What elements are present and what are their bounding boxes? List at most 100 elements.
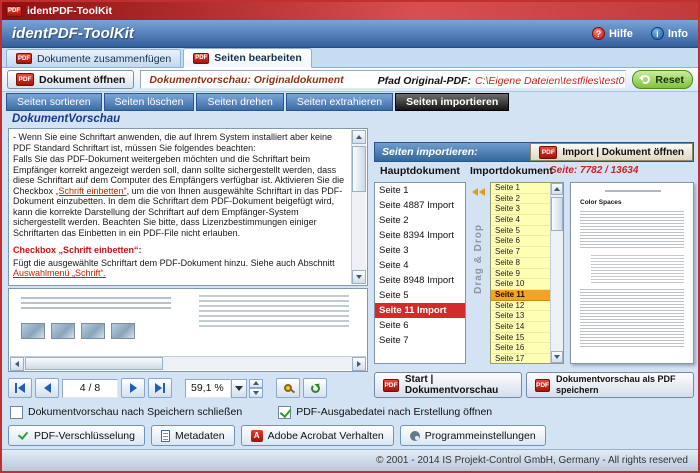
thumbnail-text-lines bbox=[580, 211, 684, 249]
arrow-right-icon bbox=[155, 383, 162, 393]
scrollbar-thumb[interactable] bbox=[551, 197, 563, 231]
option-close-after-save[interactable]: Dokumentvorschau nach Speichern schließe… bbox=[10, 405, 242, 419]
titlebar: PDF identPDF-ToolKit bbox=[2, 2, 698, 20]
import-list-item[interactable]: Seite 15 bbox=[491, 333, 550, 344]
help-scrollbar[interactable] bbox=[351, 130, 366, 284]
zoom-dropdown-button[interactable] bbox=[231, 378, 247, 398]
original-path: Pfad Original-PDF: C:\Eigene Dateien\test… bbox=[378, 71, 626, 88]
import-direction-icon bbox=[471, 188, 485, 196]
import-list-scrollbar[interactable] bbox=[550, 183, 563, 363]
close-after-save-checkbox[interactable] bbox=[10, 405, 23, 419]
menu-seiten-importieren[interactable]: Seiten importieren bbox=[395, 93, 510, 111]
import-list-item[interactable]: Seite 4 bbox=[491, 215, 550, 226]
menu-seiten-loeschen[interactable]: Seiten löschen bbox=[103, 93, 195, 111]
save-preview-as-pdf-button[interactable]: PDF Dokumentvorschau als PDF speichern bbox=[526, 372, 694, 398]
import-list-item[interactable]: Seite 8 bbox=[491, 258, 550, 269]
import-list-item[interactable]: Seite 1 bbox=[491, 183, 550, 194]
import-list-item[interactable]: Seite 2 bbox=[491, 194, 550, 205]
main-list-item[interactable]: Seite 2 bbox=[375, 213, 465, 228]
drag-drop-zone[interactable]: Drag & Drop bbox=[466, 182, 490, 364]
scroll-left-button[interactable] bbox=[10, 357, 24, 371]
preview-h-scrollbar[interactable] bbox=[10, 356, 366, 371]
document-info-field: Dokumentvorschau: Originaldokument Pfad … bbox=[140, 70, 627, 89]
import-list-item[interactable]: Seite 14 bbox=[491, 322, 550, 333]
import-list-item[interactable]: Seite 10 bbox=[491, 279, 550, 290]
scroll-down-button[interactable] bbox=[352, 270, 366, 284]
last-page-button[interactable] bbox=[148, 378, 172, 398]
main-list-item[interactable]: Seite 8948 Import bbox=[375, 273, 465, 288]
main-list-item[interactable]: Seite 3 bbox=[375, 243, 465, 258]
zoom-increase-button[interactable] bbox=[249, 378, 263, 388]
zoom-tool-button[interactable] bbox=[276, 378, 300, 398]
tab-seiten-bearbeiten[interactable]: PDF Seiten bearbeiten bbox=[183, 48, 312, 68]
menu-seiten-extrahieren[interactable]: Seiten extrahieren bbox=[285, 93, 394, 111]
document-preview-pane[interactable] bbox=[8, 288, 368, 372]
thumbnail-text-lines bbox=[591, 255, 684, 283]
import-list-item[interactable]: Seite 7 bbox=[491, 247, 550, 258]
first-page-icon bbox=[15, 383, 17, 393]
import-page-thumbnail[interactable]: Color Spaces bbox=[570, 182, 694, 364]
menu-seiten-sortieren[interactable]: Seiten sortieren bbox=[6, 93, 102, 111]
main-list-item[interactable]: Seite 6 bbox=[375, 318, 465, 333]
main-document-list[interactable]: Seite 1 Seite 4887 Import Seite 2 Seite 839… bbox=[374, 182, 466, 364]
metadata-label: Metadaten bbox=[174, 429, 225, 442]
arrow-down-icon bbox=[554, 355, 560, 359]
scrollbar-thumb[interactable] bbox=[25, 357, 163, 370]
adobe-acrobat-behavior-button[interactable]: A Adobe Acrobat Verhalten bbox=[240, 425, 394, 446]
import-list-item[interactable]: Seite 16 bbox=[491, 343, 550, 354]
import-list-item[interactable]: Seite 11 bbox=[491, 289, 550, 301]
page-number-field[interactable]: 4 / 8 bbox=[62, 378, 118, 398]
scroll-up-button[interactable] bbox=[551, 183, 563, 195]
help-text: - Wenn Sie eine Schriftart anwenden, die… bbox=[13, 132, 347, 285]
main-list-item[interactable]: Seite 1 bbox=[375, 183, 465, 198]
metadata-button[interactable]: Metadaten bbox=[150, 425, 235, 446]
import-open-document-button[interactable]: PDF Import | Dokument öffnen bbox=[530, 143, 693, 161]
pdf-encryption-button[interactable]: PDF-Verschlüsselung bbox=[8, 425, 145, 446]
main-list-item[interactable]: Seite 4 bbox=[375, 258, 465, 273]
import-list-item[interactable]: Seite 5 bbox=[491, 226, 550, 237]
chevron-down-icon bbox=[235, 385, 243, 391]
refresh-preview-button[interactable] bbox=[303, 378, 327, 398]
zoom-control: 59,1 % bbox=[185, 378, 263, 398]
next-page-button[interactable] bbox=[121, 378, 145, 398]
import-list-item[interactable]: Seite 3 bbox=[491, 204, 550, 216]
open-document-label: Dokument öffnen bbox=[39, 73, 126, 86]
arrow-left-icon bbox=[18, 383, 25, 393]
scroll-down-button[interactable] bbox=[551, 351, 563, 363]
previous-page-button[interactable] bbox=[35, 378, 59, 398]
open-after-create-checkbox[interactable] bbox=[278, 405, 292, 419]
start-preview-button-wrap: PDF Start | Dokumentvorschau bbox=[374, 372, 522, 398]
import-list-item[interactable]: Seite 13 bbox=[491, 311, 550, 322]
main-list-item[interactable]: Seite 5 bbox=[375, 288, 465, 303]
help-button[interactable]: ? Hilfe bbox=[591, 27, 633, 40]
options-row: Dokumentvorschau nach Speichern schließe… bbox=[2, 402, 698, 422]
open-after-create-label: PDF-Ausgabedatei nach Erstellung öffnen bbox=[296, 406, 493, 418]
scroll-up-button[interactable] bbox=[352, 130, 366, 144]
import-list-item[interactable]: Seite 6 bbox=[491, 236, 550, 248]
first-page-button[interactable] bbox=[8, 378, 32, 398]
arrow-right-icon bbox=[129, 383, 137, 393]
zoom-value-field[interactable]: 59,1 % bbox=[185, 378, 231, 398]
scrollbar-thumb[interactable] bbox=[352, 146, 366, 192]
import-list-item[interactable]: Seite 9 bbox=[491, 269, 550, 280]
main-list-item[interactable]: Seite 11 Import bbox=[375, 303, 465, 318]
main-list-item[interactable]: Seite 8394 Import bbox=[375, 228, 465, 243]
menu-seiten-drehen[interactable]: Seiten drehen bbox=[196, 93, 284, 111]
import-list-item[interactable]: Seite 12 bbox=[491, 301, 550, 312]
start-preview-button[interactable]: PDF Start | Dokumentvorschau bbox=[374, 372, 522, 398]
tab-dokumente-zusammenfuegen[interactable]: PDF Dokumente zusammenfügen bbox=[6, 49, 182, 67]
import-document-list[interactable]: Seite 1 Seite 2 Seite 3 Seite 4 Seite 5 Seite… bbox=[491, 183, 550, 363]
status-bar: © 2001 - 2014 IS Projekt-Control GmbH, G… bbox=[2, 449, 698, 471]
open-document-button[interactable]: PDF Dokument öffnen bbox=[7, 70, 135, 89]
program-settings-button[interactable]: Programmeinstellungen bbox=[399, 425, 546, 446]
zoom-spinner bbox=[249, 378, 263, 398]
info-button[interactable]: i Info bbox=[650, 27, 688, 40]
scroll-right-button[interactable] bbox=[352, 357, 366, 371]
main-list-item[interactable]: Seite 4887 Import bbox=[375, 198, 465, 213]
option-open-after-create[interactable]: PDF-Ausgabedatei nach Erstellung öffnen bbox=[278, 405, 493, 419]
reset-button[interactable]: Reset bbox=[632, 70, 693, 89]
pdf-icon: PDF bbox=[539, 145, 558, 159]
import-list-item[interactable]: Seite 17 bbox=[491, 354, 550, 363]
main-list-item[interactable]: Seite 7 bbox=[375, 333, 465, 348]
zoom-decrease-button[interactable] bbox=[249, 388, 263, 398]
